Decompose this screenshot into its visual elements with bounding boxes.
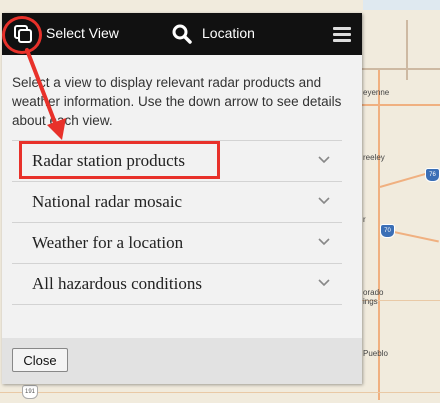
annotation-arrow-icon	[25, 48, 66, 140]
